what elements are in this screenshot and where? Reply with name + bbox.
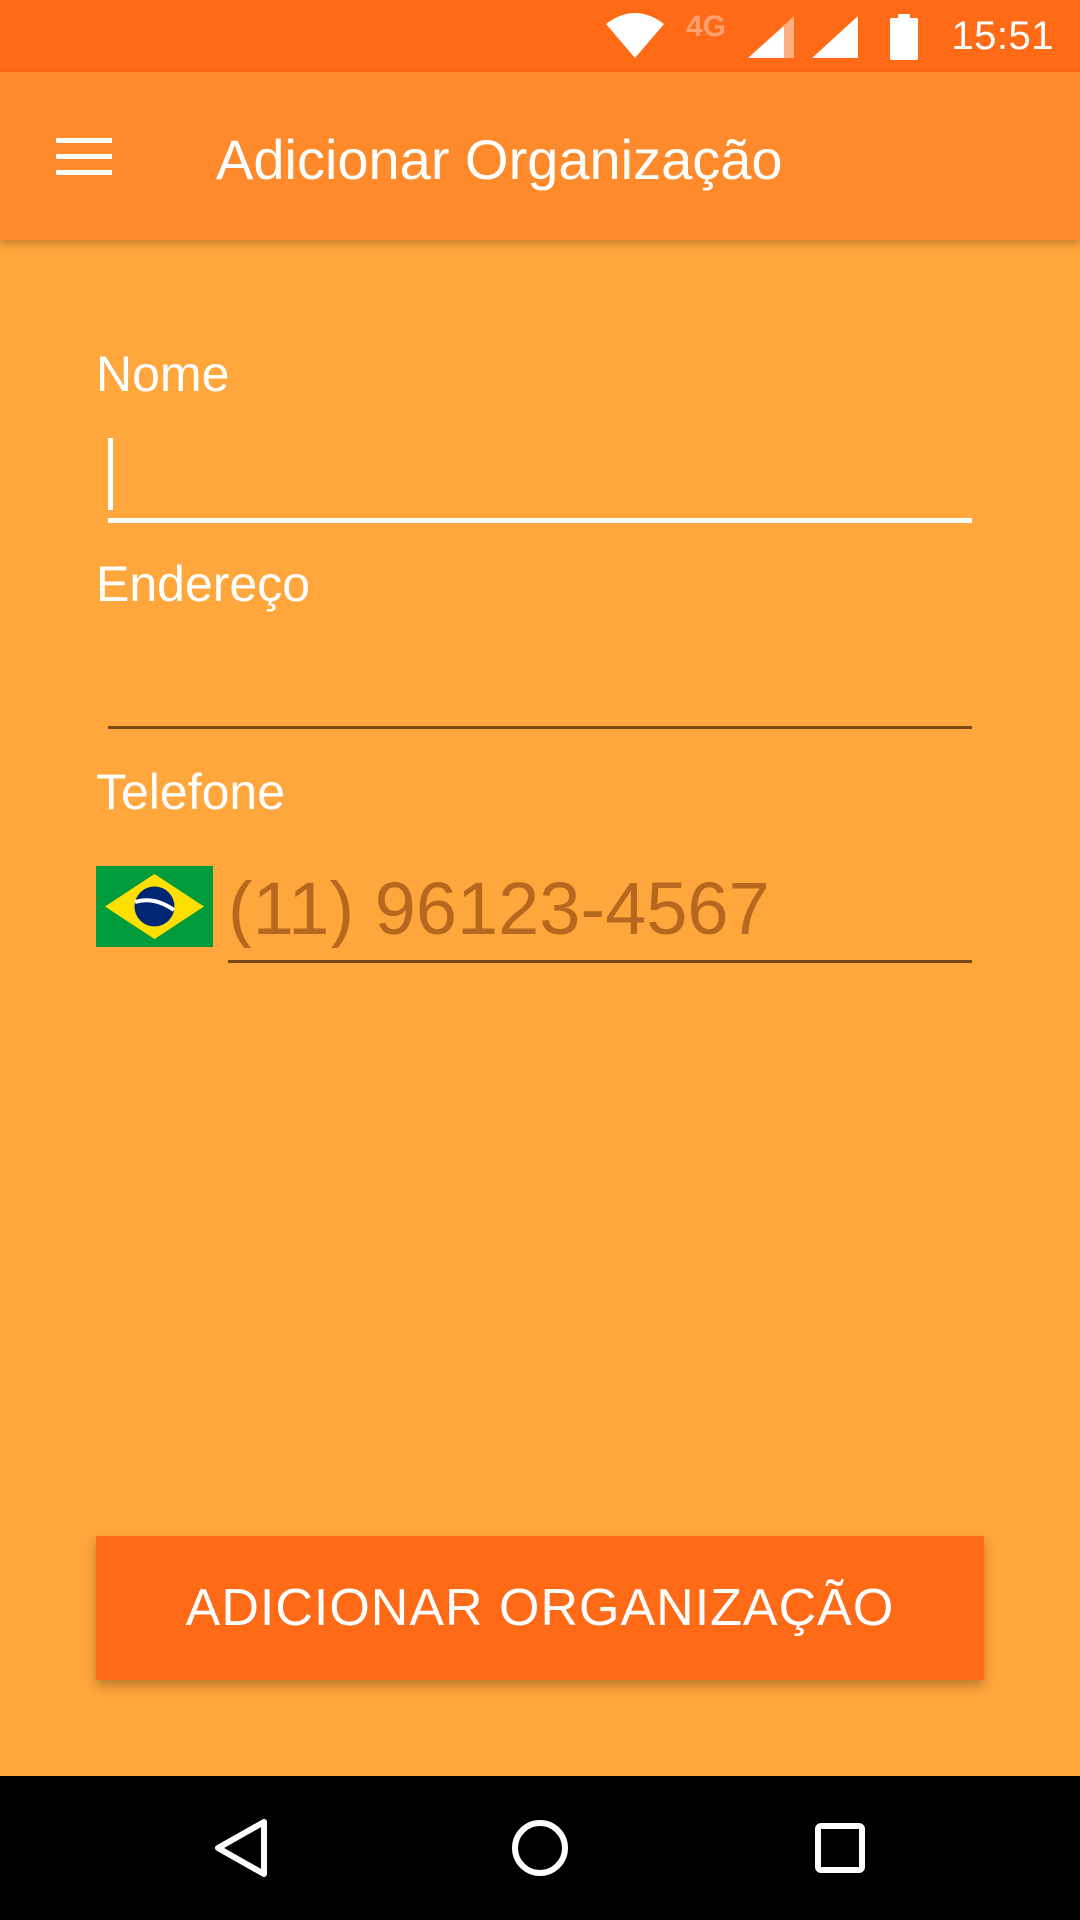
back-button[interactable] [190, 1798, 290, 1898]
text-cursor [108, 438, 113, 510]
network-type-label: 4G [686, 10, 727, 43]
hamburger-menu-icon [56, 138, 112, 175]
menu-button[interactable] [40, 112, 128, 200]
navigation-bar [0, 1776, 1080, 1920]
brazil-flag-icon[interactable] [96, 866, 213, 947]
telefone-input[interactable] [228, 868, 972, 948]
battery-icon [890, 14, 918, 65]
back-icon [215, 1819, 267, 1877]
add-organization-button[interactable]: ADICIONAR ORGANIZAÇÃO [96, 1536, 984, 1680]
home-icon [512, 1820, 568, 1876]
status-time: 15:51 [951, 14, 1054, 58]
telefone-label: Telefone [96, 764, 286, 820]
endereco-label: Endereço [96, 556, 311, 612]
home-button[interactable] [490, 1798, 590, 1898]
endereco-underline [108, 726, 972, 729]
telefone-underline [228, 960, 972, 963]
endereco-input[interactable] [108, 648, 972, 718]
recents-button[interactable] [790, 1798, 890, 1898]
screen: 4G 15:51 Adicionar Organização Nome Ende… [0, 0, 1080, 1920]
signal-icon [812, 16, 858, 63]
signal-icon [748, 16, 794, 63]
nome-label: Nome [96, 346, 230, 402]
wifi-icon [606, 12, 664, 63]
recents-icon [815, 1823, 865, 1873]
nome-input[interactable] [108, 438, 972, 508]
status-bar: 4G 15:51 [0, 0, 1080, 72]
nome-underline [108, 518, 972, 523]
page-title: Adicionar Organização [216, 128, 783, 191]
app-bar: Adicionar Organização [0, 72, 1080, 240]
